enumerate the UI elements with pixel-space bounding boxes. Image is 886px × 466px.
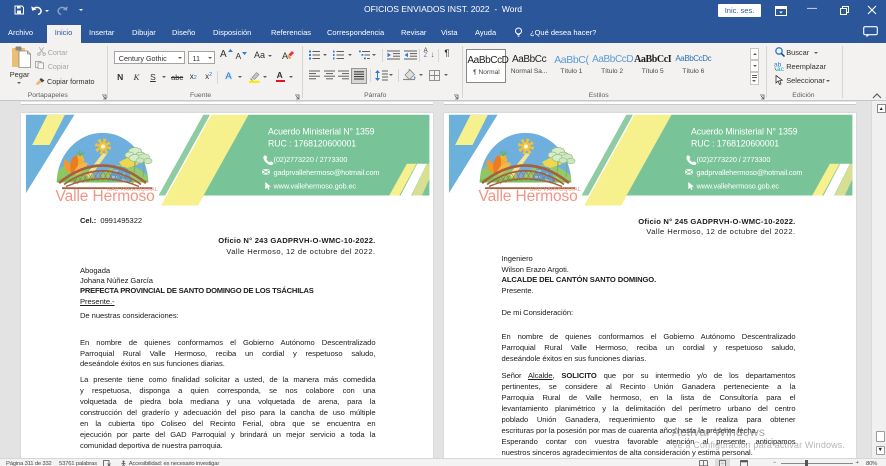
svg-text:ac: ac	[777, 66, 785, 71]
svg-text:www.vallehermoso.gob.ec: www.vallehermoso.gob.ec	[272, 181, 356, 190]
svg-text:Acuerdo Ministerial N° 1359: Acuerdo Ministerial N° 1359	[268, 127, 375, 137]
svg-text:RUC : 1768120600001: RUC : 1768120600001	[268, 139, 356, 149]
svg-text:Valle Hermoso: Valle Hermoso	[55, 188, 154, 205]
svg-text:gadprvallehermoso@hotmail.com: gadprvallehermoso@hotmail.com	[273, 168, 379, 177]
svg-text:(02)2773220 / 2773300: (02)2773220 / 2773300	[273, 155, 347, 164]
